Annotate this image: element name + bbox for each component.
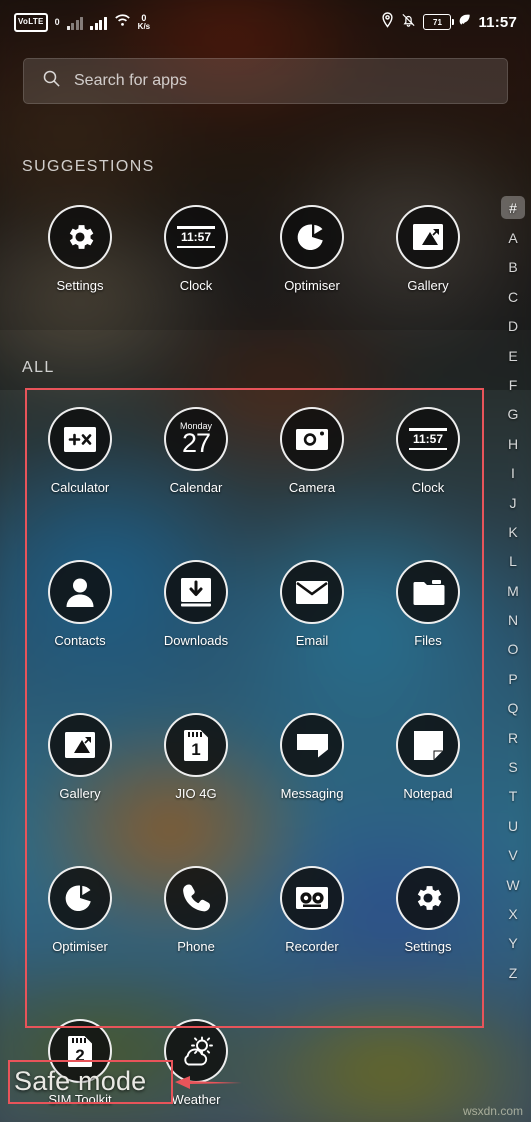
optimiser-icon [280, 205, 344, 269]
index-letter-h[interactable]: H [508, 437, 518, 451]
index-letter-j[interactable]: J [510, 496, 517, 510]
sim-slot-indicator: 0 [54, 17, 60, 27]
signal-bars-weak-icon [66, 15, 84, 30]
index-letter-c[interactable]: C [508, 290, 518, 304]
signal-bars-icon [90, 15, 107, 30]
index-letter-q[interactable]: Q [508, 701, 519, 715]
index-letter-x[interactable]: X [508, 907, 517, 921]
phone-screen: VoLTE 0 0 K/s 71 11:57 Search for apps S… [0, 0, 531, 1122]
battery-percent: 71 [433, 17, 442, 27]
gear-icon [48, 205, 112, 269]
index-letter-n[interactable]: N [508, 613, 518, 627]
safe-mode-badge: Safe mode [14, 1066, 147, 1096]
index-letter-l[interactable]: L [509, 554, 517, 568]
app-label: Weather [171, 1092, 221, 1107]
suggestion-app-settings[interactable]: Settings [22, 205, 138, 293]
index-letter-s[interactable]: S [508, 760, 517, 774]
suggestion-app-gallery[interactable]: Gallery [370, 205, 486, 293]
index-letter-w[interactable]: W [506, 878, 519, 892]
index-letter-o[interactable]: O [508, 642, 519, 656]
index-letter-z[interactable]: Z [509, 966, 518, 980]
index-letter-v[interactable]: V [508, 848, 517, 862]
search-input[interactable]: Search for apps [23, 58, 508, 104]
status-bar: VoLTE 0 0 K/s 71 11:57 [0, 0, 531, 44]
leaf-icon [458, 13, 471, 32]
bell-muted-icon [401, 12, 416, 33]
index-letter-b[interactable]: B [508, 260, 517, 274]
wifi-icon [114, 13, 131, 32]
index-letter-m[interactable]: M [507, 584, 519, 598]
index-letter-f[interactable]: F [509, 378, 518, 392]
all-section-label: ALL [22, 359, 55, 376]
index-letter-t[interactable]: T [509, 789, 518, 803]
data-rate-unit: K/s [137, 21, 151, 31]
index-letter-p[interactable]: P [508, 672, 517, 686]
index-letter-hash[interactable]: # [501, 196, 525, 219]
index-letter-e[interactable]: E [508, 349, 517, 363]
app-label: Clock [179, 278, 213, 293]
index-letter-y[interactable]: Y [508, 936, 517, 950]
status-time: 11:57 [478, 13, 517, 31]
app-label: Settings [56, 278, 104, 293]
search-placeholder: Search for apps [74, 72, 187, 89]
index-letter-k[interactable]: K [508, 525, 517, 539]
index-letter-u[interactable]: U [508, 819, 518, 833]
app-label: Optimiser [284, 278, 340, 293]
suggestion-app-clock[interactable]: 11:57 Clock [138, 205, 254, 293]
app-label: Gallery [407, 278, 449, 293]
annotation-box-apps [25, 388, 484, 1028]
index-letter-g[interactable]: G [508, 407, 519, 421]
index-letter-i[interactable]: I [511, 466, 515, 480]
clock-icon: 11:57 [164, 205, 228, 269]
gallery-icon [396, 205, 460, 269]
watermark: wsxdn.com [462, 1104, 523, 1118]
data-rate-indicator: 0 K/s [137, 13, 151, 31]
index-letter-d[interactable]: D [508, 319, 518, 333]
search-icon [42, 69, 61, 93]
index-letter-a[interactable]: A [508, 231, 517, 245]
index-letter-r[interactable]: R [508, 731, 518, 745]
arrow-left-icon [175, 1076, 242, 1089]
battery-icon: 71 [423, 14, 455, 30]
suggestion-app-optimiser[interactable]: Optimiser [254, 205, 370, 293]
mid-scrim [0, 330, 531, 390]
alphabet-index[interactable]: # A B C D E F G H I J K L M N O P Q R S T U V W X Y Z [498, 196, 528, 995]
suggestions-grid: Settings 11:57 Clock Optimiser Gallery [22, 205, 486, 293]
suggestions-section-label: SUGGESTIONS [22, 158, 155, 175]
volte-icon: VoLTE [14, 12, 48, 32]
location-pin-icon [381, 11, 394, 33]
